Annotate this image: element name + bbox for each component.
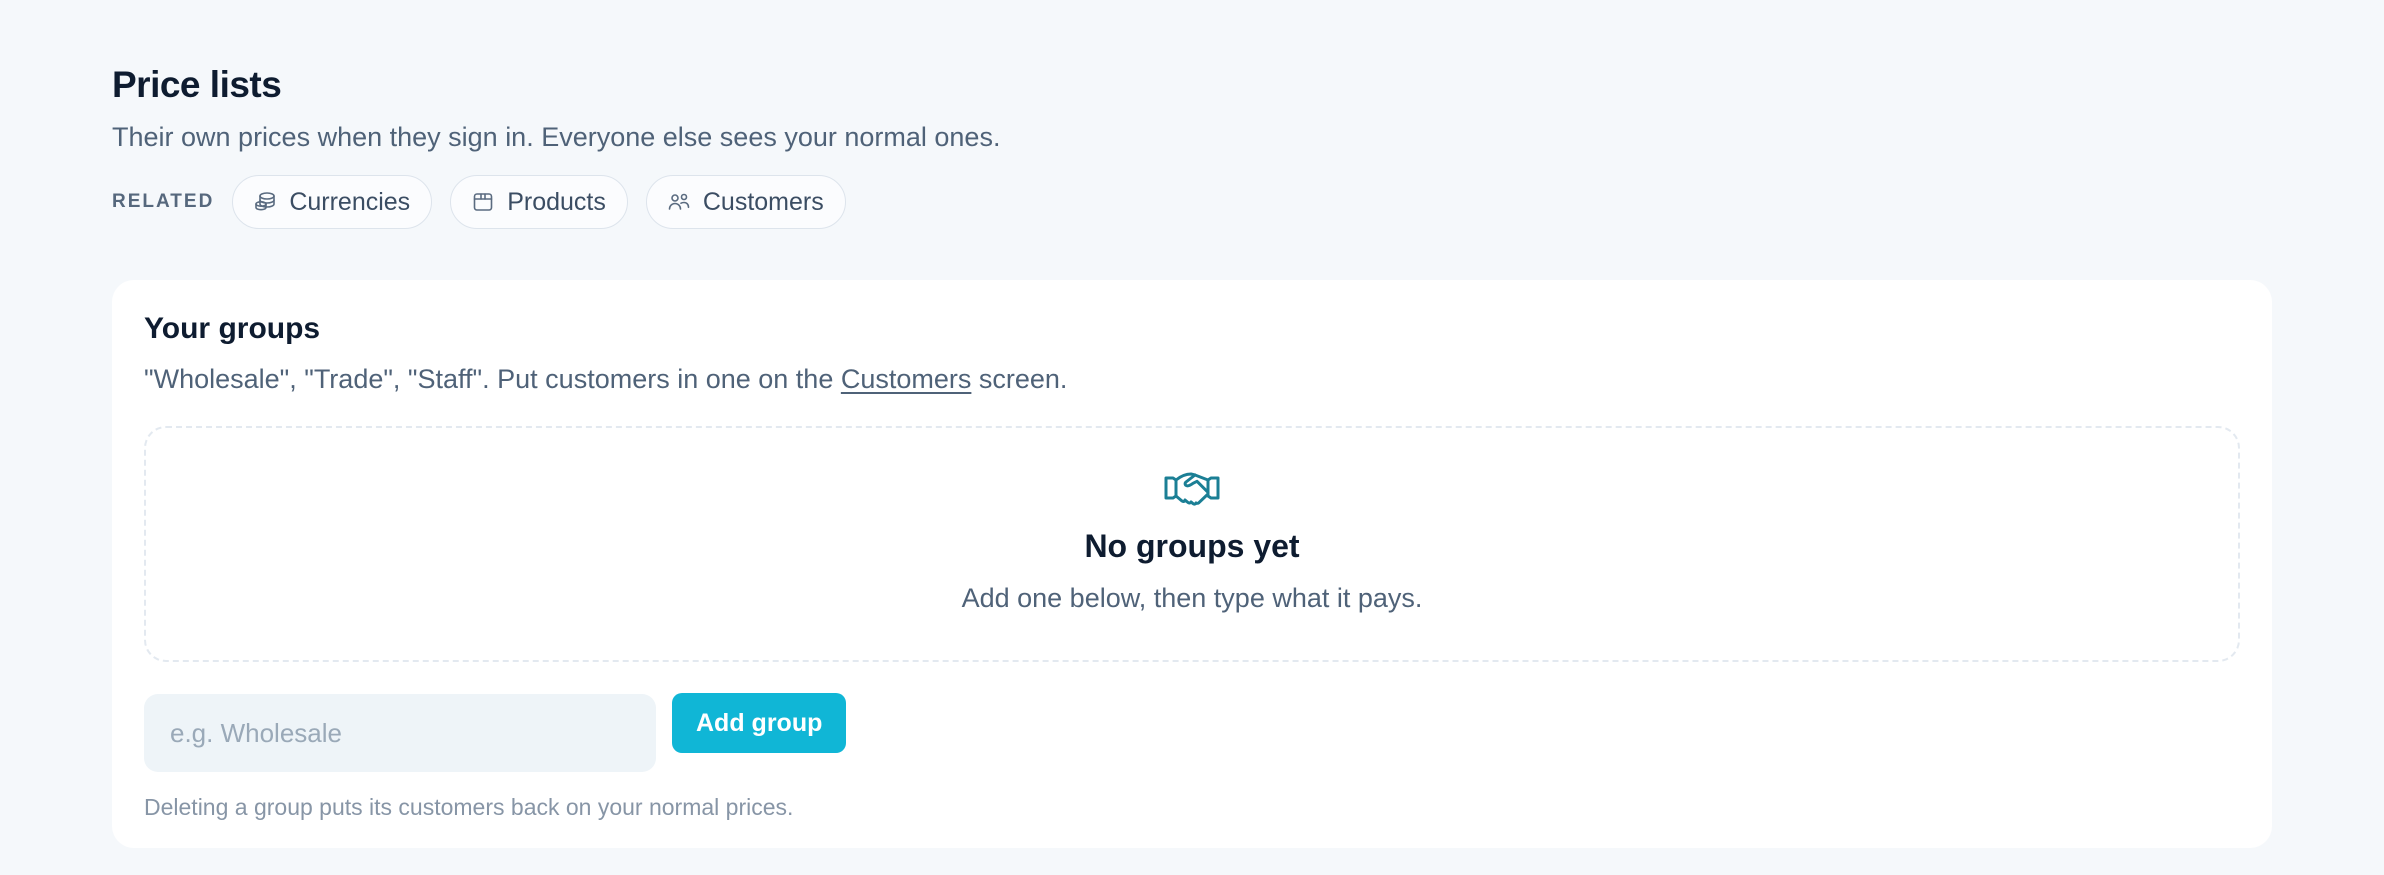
coins-icon [255,192,276,211]
groups-card-description: "Wholesale", "Trade", "Staff". Put custo… [144,362,2240,396]
empty-state-title: No groups yet [1084,528,1300,564]
empty-state: No groups yet Add one below, then type w… [144,426,2240,662]
related-link-products[interactable]: Products [450,175,628,229]
add-group-button[interactable]: Add group [672,693,847,753]
description-text: "Wholesale", "Trade", "Staff". Put custo… [144,364,841,394]
related-link-customers[interactable]: Customers [645,175,846,229]
empty-state-text: Add one below, then type what it pays. [961,583,1423,613]
price-lists-page: Price lists Their own prices when they s… [0,0,2384,230]
related-links: RELATED Currencies Products Customers [112,174,2384,230]
related-link-label: Products [507,187,606,216]
add-group-form: Add group [144,693,2240,772]
page-subtitle: Their own prices when they sign in. Ever… [112,122,1001,152]
delete-group-footnote: Deleting a group puts its customers back… [144,794,794,820]
description-text-suffix: screen. [971,364,1068,394]
related-link-currencies[interactable]: Currencies [232,175,433,229]
related-label: RELATED [112,191,215,212]
related-link-label: Currencies [289,187,411,216]
customers-link[interactable]: Customers [841,364,972,394]
related-link-label: Customers [702,187,824,216]
groups-card-title: Your groups [144,312,321,345]
handshake-icon [1164,472,1220,506]
groups-card: Your groups "Wholesale", "Trade", "Staff… [112,280,2272,848]
group-name-input[interactable] [144,694,656,772]
box-icon [473,193,493,211]
page-title: Price lists [112,64,282,105]
users-icon [668,193,690,210]
